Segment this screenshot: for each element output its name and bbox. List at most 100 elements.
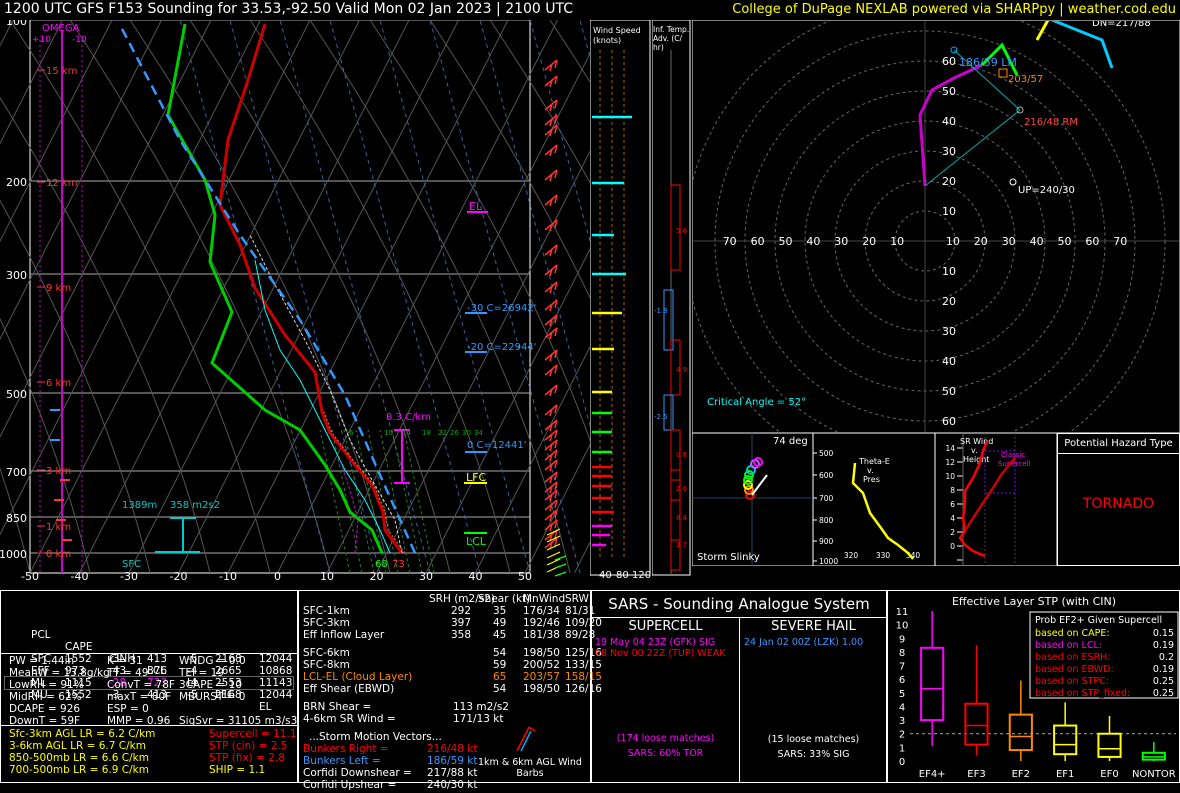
theta-e-pres-tick: 900 xyxy=(819,537,834,546)
storm-motion-cell: 216/48 kt xyxy=(427,743,478,755)
stp-category-label: NONTOR xyxy=(1132,769,1176,780)
kinematic-cell: 292 xyxy=(451,605,472,617)
sars-supercell-match-1: 19 May 04 23Z (GFK) SIG xyxy=(595,637,716,648)
hodo-y-label: 40 xyxy=(942,355,956,368)
page-title: 1200 UTC GFS F153 Sounding for 33.53,-92… xyxy=(4,1,574,17)
stp-box-ef3 xyxy=(964,645,989,756)
prob-rows: based on CAPE: 0.15 based on LCL: 0.19 based… xyxy=(1035,628,1174,699)
stp-title: Effective Layer STP (with CIN) xyxy=(952,595,1116,608)
storm-motion-title: ...Storm Motion Vectors... xyxy=(309,731,442,743)
el-header: EL xyxy=(259,701,272,713)
composite-value: Supercell = 11.1 xyxy=(209,728,297,740)
thermo-value: WNDG = 0.0 xyxy=(179,655,246,667)
kinematic-row: LCL-EL (Cloud Layer) 65 203/57 158/15 xyxy=(303,671,602,683)
storm-motion-cell: Corfidi Upshear = xyxy=(303,779,397,791)
parcel-panel: PCL CAPE CINH LCL LI LFC EL SFC 1552 -3 413… xyxy=(0,590,298,783)
sr-height-tick: 0 xyxy=(950,542,955,551)
hodo-x-label: 40 xyxy=(1030,235,1044,248)
thermo-value: maxT = 80F xyxy=(107,691,172,703)
theta-e-pres-tick: 500 xyxy=(819,449,834,458)
kinematic-panel: SRH (m2/s2) Shear (kt) MnWind SRW SFC-1km 292… xyxy=(298,590,602,791)
eff-srh-label: 358 m2s2 xyxy=(170,500,220,511)
sars-supercell-match-2: 08 Nov 00 22Z (TUP) WEAK xyxy=(595,648,726,659)
kinematic-cell: 181/38 xyxy=(523,629,560,641)
kinematic-cell: SFC-8km xyxy=(303,659,350,671)
kinematic-header: SRW xyxy=(565,593,589,605)
kinematic-row: Eff Shear (EBWD) 54 198/50 126/16 xyxy=(303,683,602,695)
lapse-rate-value: 3-6km AGL LR = 6.7 C/km xyxy=(9,740,146,752)
temp-adv-value: 3.7 xyxy=(676,541,687,549)
hodo-y-label: 60 xyxy=(942,55,956,68)
parcel-el: 11143 xyxy=(259,677,293,689)
height-tick: 0 km xyxy=(46,549,71,560)
mean-wind-label: 203/57 xyxy=(1008,74,1043,85)
kinematic-cell: BRN Shear = xyxy=(303,701,372,713)
kinematic-cell: 198/50 xyxy=(523,647,560,659)
kinematic-cell: 200/52 xyxy=(523,659,560,671)
ws-tick-40: 40 xyxy=(599,570,612,581)
temp-tick: 10 xyxy=(320,570,334,583)
pcl-header: PCL xyxy=(31,629,51,641)
height-tick: 12 km xyxy=(46,178,77,189)
sars-hail-loose: (15 loose matches) xyxy=(767,734,860,745)
minus30-label: -30 C=26942' xyxy=(467,303,536,314)
hodo-x-label: 60 xyxy=(1085,235,1099,248)
lcl-label: LCL xyxy=(466,535,487,548)
sars-title: SARS - Sounding Analogue System xyxy=(592,595,886,618)
theta-e-title-2: v. xyxy=(867,466,874,475)
kinematic-cell: Eff Shear (EBWD) xyxy=(303,683,395,695)
thermo-value: MidRH = 62% xyxy=(9,691,82,703)
hodo-x-label: 10 xyxy=(946,235,960,248)
storm-motion-cell: Corfidi Downshear = xyxy=(303,767,412,779)
right-mover-label: 216/48 RM xyxy=(1024,117,1078,128)
theta-e-trace xyxy=(851,462,914,560)
mixing-ratio-label: 6 xyxy=(349,429,354,437)
temp-adv-value: 5.6 xyxy=(676,227,688,235)
height-tick: 1 km xyxy=(46,522,71,533)
kinematic-cell: 358 xyxy=(451,629,472,641)
slinky-title: Storm Slinky xyxy=(697,552,760,563)
theta-e-title-1: Theta-E xyxy=(858,457,890,466)
temp-tick: -30 xyxy=(120,570,138,583)
lapse-rate-value: 700-500mb LR = 6.9 C/km xyxy=(9,764,149,776)
stp-ytick: 5 xyxy=(899,689,905,700)
stp-category-label: EF2 xyxy=(1012,769,1030,780)
kinematic-row: Eff Inflow Layer 358 45 181/38 89/28 xyxy=(303,629,595,641)
stp-ytick: 11 xyxy=(896,607,909,618)
sr-wind-trace-2 xyxy=(963,457,1016,532)
sars-hail-pct: SARS: 33% SIG xyxy=(777,749,850,760)
kinematic-header-row: SRH (m2/s2) Shear (kt) MnWind SRW xyxy=(303,593,589,605)
kinematic-cell: 59 xyxy=(493,659,507,671)
wind-speed-title-2: (knots) xyxy=(593,36,621,45)
upshear-marker xyxy=(1009,178,1017,186)
parcel-el: 12044 xyxy=(259,689,293,701)
wind-barb-icons xyxy=(516,726,536,752)
prob-value: 0.19 xyxy=(1153,640,1174,651)
stp-ytick: 8 xyxy=(899,648,905,659)
parcel-lcl: 876 xyxy=(147,665,168,677)
kinematic-row: SFC-6km 54 198/50 125/16 xyxy=(303,647,602,659)
kinematic-cell: Eff Inflow Layer xyxy=(303,629,385,641)
hodo-y-label: 20 xyxy=(942,295,956,308)
theta-e-pres-tick: 800 xyxy=(819,516,834,525)
hodo-y-label: 30 xyxy=(942,145,956,158)
sars-supercell: SUPERCELL 19 May 04 23Z (GFK) SIG 08 Nov… xyxy=(592,619,739,759)
temp-adv-value: 0.8 xyxy=(676,451,687,459)
pressure-tick: 200 xyxy=(6,176,27,189)
hodo-y-label: 40 xyxy=(942,115,956,128)
theta-e-tick: 320 xyxy=(844,551,859,560)
stp-category-label: EF0 xyxy=(1100,769,1118,780)
temp-adv-value: -1.8 xyxy=(654,307,668,315)
kinematic-cell: 113 m2/s2 xyxy=(453,701,509,713)
height-tick: 9 km xyxy=(46,283,71,294)
hazard-panel: Potential Hazard Type TORNADO xyxy=(1057,433,1180,566)
temp-tick: 50 xyxy=(518,570,532,583)
hazard-value: TORNADO xyxy=(1082,496,1155,512)
temp-tick: 0 xyxy=(274,570,281,583)
wind-speed-title-1: Wind Speed xyxy=(593,26,641,35)
hodo-x-label: 50 xyxy=(779,235,793,248)
sfc-temp-label: 73 xyxy=(392,559,405,570)
height-tick: 15 km xyxy=(46,66,77,77)
hodograph-rings xyxy=(693,21,1166,432)
stp-ytick: 7 xyxy=(899,662,905,673)
